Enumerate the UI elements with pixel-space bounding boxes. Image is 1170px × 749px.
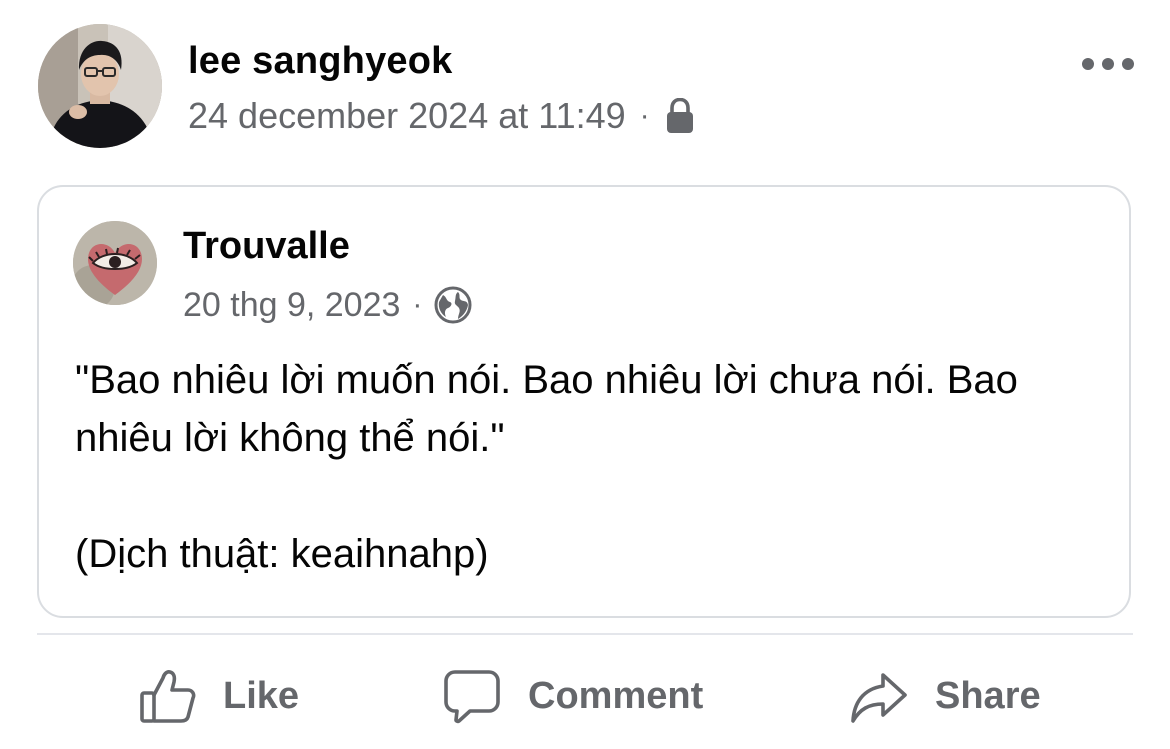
more-dot xyxy=(1082,58,1094,70)
shared-post-text: "Bao nhiêu lời muốn nói. Bao nhiêu lời c… xyxy=(75,351,1085,583)
post-header: lee sanghyeok 24 december 2024 at 11:49 … xyxy=(38,24,1138,150)
author-avatar[interactable] xyxy=(38,24,162,148)
post-timestamp[interactable]: 24 december 2024 at 11:49 xyxy=(188,95,626,137)
meta-separator: · xyxy=(639,99,650,132)
like-button[interactable]: Like xyxy=(137,650,299,742)
lock-icon[interactable] xyxy=(664,98,696,134)
post-meta: 24 december 2024 at 11:49 · xyxy=(188,94,696,138)
shared-post-credit: (Dịch thuật: keaihnahp) xyxy=(75,532,489,576)
meta-separator: · xyxy=(412,288,423,321)
shared-author-name[interactable]: Trouvalle xyxy=(183,225,350,268)
more-options-icon[interactable] xyxy=(1082,54,1134,74)
author-name[interactable]: lee sanghyeok xyxy=(188,40,453,83)
like-label: Like xyxy=(223,674,300,717)
thumbs-up-icon xyxy=(137,666,197,726)
share-label: Share xyxy=(935,674,1041,717)
shared-post-card[interactable]: Trouvalle 20 thg 9, 2023 · "Bao nhiêu lờ… xyxy=(37,185,1131,618)
shared-post-timestamp[interactable]: 20 thg 9, 2023 xyxy=(183,286,400,325)
action-bar: Like Comment Share xyxy=(37,650,1133,742)
share-arrow-icon xyxy=(849,666,909,726)
action-divider xyxy=(37,633,1133,635)
comment-label: Comment xyxy=(528,674,704,717)
more-dot xyxy=(1122,58,1134,70)
shared-author-avatar[interactable] xyxy=(73,221,157,305)
shared-post-meta: 20 thg 9, 2023 · xyxy=(183,283,472,327)
share-button[interactable]: Share xyxy=(849,650,1041,742)
globe-icon[interactable] xyxy=(434,286,472,324)
shared-post-quote: "Bao nhiêu lời muốn nói. Bao nhiêu lời c… xyxy=(75,358,1018,460)
comment-button[interactable]: Comment xyxy=(442,650,703,742)
comment-bubble-icon xyxy=(442,666,502,726)
more-dot xyxy=(1102,58,1114,70)
